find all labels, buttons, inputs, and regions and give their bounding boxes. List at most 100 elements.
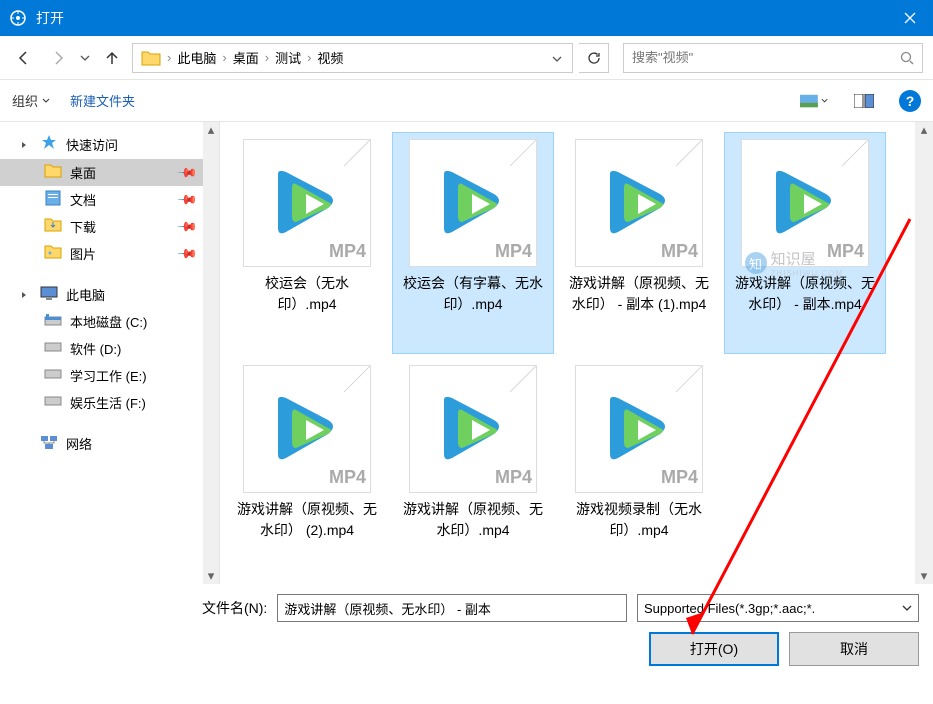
file-scrollbar[interactable]: ▴ ▾ xyxy=(915,122,933,584)
file-name-label: 游戏讲解（原视频、无水印）.mp4 xyxy=(399,499,547,541)
tree-item[interactable]: 下载 📌 xyxy=(0,213,203,240)
crumb-1[interactable]: 桌面 xyxy=(229,48,263,67)
pin-icon: 📌 xyxy=(176,188,199,211)
cancel-button[interactable]: 取消 xyxy=(789,632,919,666)
tree-item[interactable]: 娱乐生活 (F:) xyxy=(0,389,203,416)
file-name-label: 游戏视频录制（无水印）.mp4 xyxy=(565,499,713,541)
main-area: 快速访问桌面📌 文档 📌 下载 📌 图片 📌 此电脑本地磁盘 (C:) 软件 (D:) 学习工作 … xyxy=(0,122,933,584)
tree-item[interactable]: 本地磁盘 (C:) xyxy=(0,308,203,335)
search-box[interactable] xyxy=(623,43,923,73)
drive-icon xyxy=(44,341,62,356)
tree-label: 本地磁盘 (C:) xyxy=(70,312,147,331)
up-button[interactable] xyxy=(98,44,126,72)
pin-icon: 📌 xyxy=(176,215,199,238)
file-ext-badge: MP4 xyxy=(661,467,698,488)
tree-group-network[interactable]: 网络 xyxy=(0,430,203,457)
file-item[interactable]: MP4 游戏讲解（原视频、无水印）.mp4 xyxy=(392,358,554,580)
file-thumbnail: MP4 xyxy=(243,365,371,493)
expand-icon xyxy=(20,287,32,302)
tree-group-pc[interactable]: 此电脑 xyxy=(0,281,203,308)
preview-pane-button[interactable] xyxy=(849,88,879,114)
file-name-label: 游戏讲解（原视频、无水印） - 副本 (1).mp4 xyxy=(565,273,713,315)
file-item[interactable]: MP4 游戏视频录制（无水印）.mp4 xyxy=(558,358,720,580)
sidebar-scrollbar[interactable]: ▴ ▾ xyxy=(203,122,219,584)
folder-dl-icon xyxy=(44,217,62,236)
file-type-filter[interactable]: Supported Files(*.3gp;*.aac;*. xyxy=(637,594,919,622)
new-folder-button[interactable]: 新建文件夹 xyxy=(70,91,135,110)
tree-label: 文档 xyxy=(70,190,96,209)
file-thumbnail: MP4 xyxy=(575,139,703,267)
scroll-down-icon[interactable]: ▾ xyxy=(915,568,933,584)
recent-dropdown[interactable] xyxy=(78,44,92,72)
tree-label: 学习工作 (E:) xyxy=(70,366,147,385)
file-name-label: 游戏讲解（原视频、无水印） - 副本.mp4 xyxy=(731,273,879,315)
organize-menu[interactable]: 组织 xyxy=(12,91,50,110)
crumb-0[interactable]: 此电脑 xyxy=(173,48,220,67)
tree-item[interactable]: 文档 📌 xyxy=(0,186,203,213)
search-input[interactable] xyxy=(632,50,900,65)
breadcrumb-dropdown[interactable] xyxy=(546,50,568,65)
scroll-up-icon[interactable]: ▴ xyxy=(915,122,933,138)
navbar: › 此电脑 › 桌面 › 测试 › 视频 xyxy=(0,36,933,80)
chevron-right-icon: › xyxy=(305,50,313,65)
folder-icon xyxy=(141,49,161,67)
help-button[interactable]: ? xyxy=(899,90,921,112)
tree-label: 此电脑 xyxy=(66,285,105,304)
pc-icon xyxy=(40,285,58,304)
network-icon xyxy=(40,434,58,453)
view-mode-button[interactable] xyxy=(799,88,829,114)
breadcrumb[interactable]: › 此电脑 › 桌面 › 测试 › 视频 xyxy=(132,43,573,73)
drive-icon xyxy=(44,395,62,410)
file-thumbnail: MP4 xyxy=(243,139,371,267)
search-icon xyxy=(900,51,914,65)
file-ext-badge: MP4 xyxy=(329,467,366,488)
file-ext-badge: MP4 xyxy=(329,241,366,262)
chevron-right-icon: › xyxy=(220,50,228,65)
back-button[interactable] xyxy=(10,44,38,72)
tree-label: 快速访问 xyxy=(66,135,118,154)
filename-input[interactable] xyxy=(277,594,627,622)
refresh-button[interactable] xyxy=(579,43,609,73)
tree-label: 软件 (D:) xyxy=(70,339,121,358)
tree-item[interactable]: 桌面📌 xyxy=(0,159,203,186)
bottom-panel: 文件名(N): Supported Files(*.3gp;*.aac;*. 打… xyxy=(0,584,933,676)
file-item[interactable]: MP4 游戏讲解（原视频、无水印） (2).mp4 xyxy=(226,358,388,580)
file-ext-badge: MP4 xyxy=(495,241,532,262)
file-item[interactable]: MP4 游戏讲解（原视频、无水印） - 副本.mp4 xyxy=(724,132,886,354)
chevron-right-icon: › xyxy=(165,50,173,65)
filename-label: 文件名(N): xyxy=(202,598,267,618)
tree-label: 桌面 xyxy=(70,163,96,182)
tree-label: 下载 xyxy=(70,217,96,236)
tree-item[interactable]: 图片 📌 xyxy=(0,240,203,267)
window-title: 打开 xyxy=(36,8,887,28)
file-thumbnail: MP4 xyxy=(741,139,869,267)
file-thumbnail: MP4 xyxy=(409,365,537,493)
pin-icon: 📌 xyxy=(176,242,199,265)
tree-item[interactable]: 学习工作 (E:) xyxy=(0,362,203,389)
scroll-up-icon[interactable]: ▴ xyxy=(203,122,219,138)
forward-button[interactable] xyxy=(44,44,72,72)
tree-group-star[interactable]: 快速访问 xyxy=(0,130,203,159)
file-name-label: 校运会（无水印）.mp4 xyxy=(233,273,381,315)
open-button[interactable]: 打开(O) xyxy=(649,632,779,666)
tree-label: 图片 xyxy=(70,244,96,263)
sidebar: 快速访问桌面📌 文档 📌 下载 📌 图片 📌 此电脑本地磁盘 (C:) 软件 (D:) 学习工作 … xyxy=(0,122,220,584)
file-grid[interactable]: MP4校运会（无水印）.mp4MP4校运会（有字幕、无水印）.mp4MP4游戏讲… xyxy=(220,122,915,584)
crumb-2[interactable]: 测试 xyxy=(271,48,305,67)
file-ext-badge: MP4 xyxy=(495,467,532,488)
file-item[interactable]: MP4校运会（有字幕、无水印）.mp4 xyxy=(392,132,554,354)
close-button[interactable] xyxy=(887,0,933,36)
folder-icon xyxy=(44,163,62,182)
folder-pic-icon xyxy=(44,244,62,263)
folder-doc-icon xyxy=(44,190,62,209)
file-thumbnail: MP4 xyxy=(409,139,537,267)
file-name-label: 游戏讲解（原视频、无水印） (2).mp4 xyxy=(233,499,381,541)
scroll-down-icon[interactable]: ▾ xyxy=(203,568,219,584)
file-area: MP4校运会（无水印）.mp4MP4校运会（有字幕、无水印）.mp4MP4游戏讲… xyxy=(220,122,933,584)
tree-item[interactable]: 软件 (D:) xyxy=(0,335,203,362)
file-item[interactable]: MP4 游戏讲解（原视频、无水印） - 副本 (1).mp4 xyxy=(558,132,720,354)
file-item[interactable]: MP4 校运会（无水印）.mp4 xyxy=(226,132,388,354)
tree-label: 娱乐生活 (F:) xyxy=(70,393,146,412)
crumb-3[interactable]: 视频 xyxy=(313,48,347,67)
star-icon xyxy=(40,134,58,155)
